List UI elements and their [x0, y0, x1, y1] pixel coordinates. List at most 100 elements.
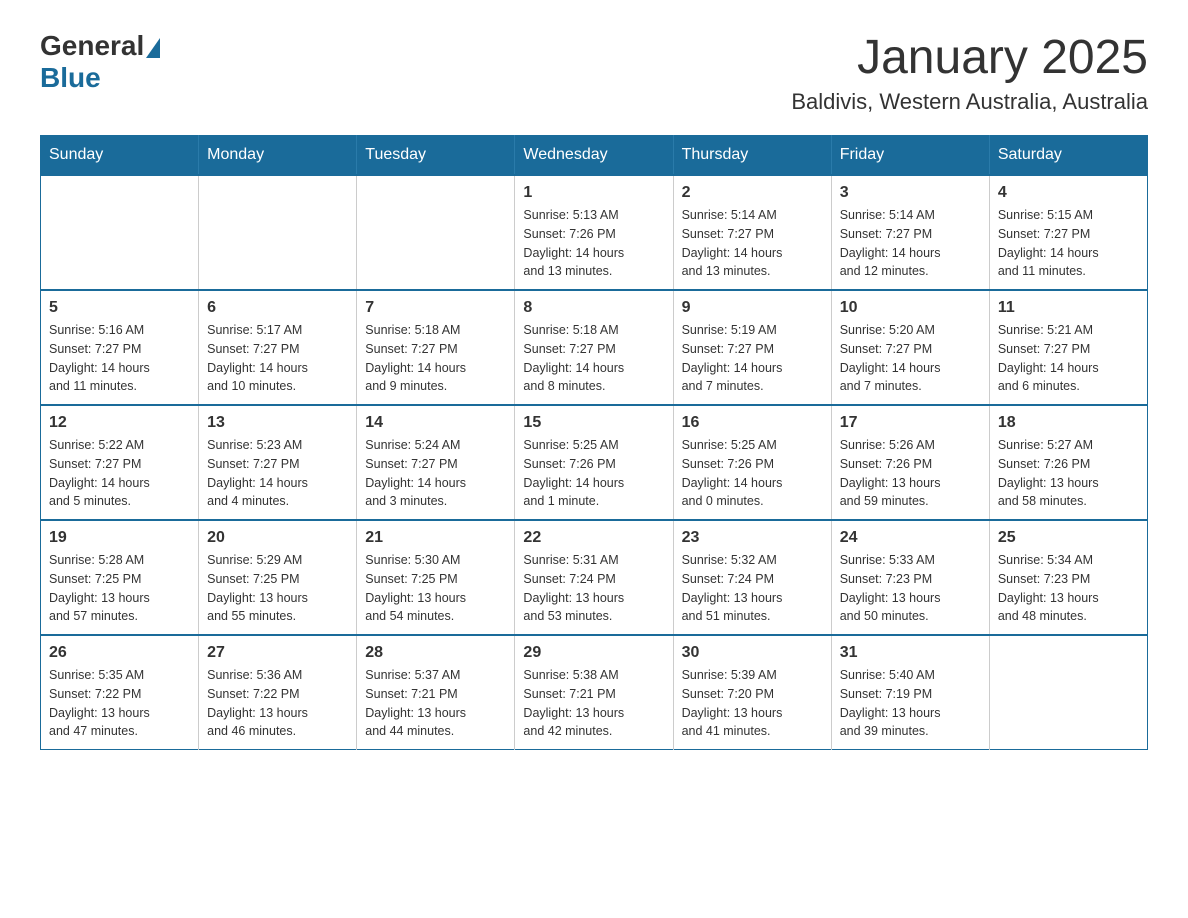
day-number: 3 — [840, 184, 981, 202]
day-of-week-header: Wednesday — [515, 136, 673, 176]
calendar-cell: 22 Sunrise: 5:31 AM Sunset: 7:24 PM Dayli… — [515, 520, 673, 635]
calendar-cell: 5 Sunrise: 5:16 AM Sunset: 7:27 PM Daylig… — [41, 290, 199, 405]
day-number: 12 — [49, 414, 190, 432]
day-of-week-header: Tuesday — [357, 136, 515, 176]
calendar-cell — [357, 175, 515, 290]
day-info: Sunrise: 5:20 AM Sunset: 7:27 PM Dayligh… — [840, 321, 981, 396]
day-number: 26 — [49, 644, 190, 662]
day-of-week-header: Saturday — [989, 136, 1147, 176]
day-info: Sunrise: 5:34 AM Sunset: 7:23 PM Dayligh… — [998, 551, 1139, 626]
day-number: 19 — [49, 529, 190, 547]
calendar-cell: 10Sunrise: 5:20 AM Sunset: 7:27 PM Dayli… — [831, 290, 989, 405]
calendar-table: SundayMondayTuesdayWednesdayThursdayFrid… — [40, 135, 1148, 750]
day-info: Sunrise: 5:28 AM Sunset: 7:25 PM Dayligh… — [49, 551, 190, 626]
day-info: Sunrise: 5:16 AM Sunset: 7:27 PM Dayligh… — [49, 321, 190, 396]
day-number: 27 — [207, 644, 348, 662]
day-info: Sunrise: 5:24 AM Sunset: 7:27 PM Dayligh… — [365, 436, 506, 511]
calendar-cell: 25 Sunrise: 5:34 AM Sunset: 7:23 PM Dayli… — [989, 520, 1147, 635]
calendar-cell: 9 Sunrise: 5:19 AM Sunset: 7:27 PM Daylig… — [673, 290, 831, 405]
calendar-week-row: 1 Sunrise: 5:13 AM Sunset: 7:26 PM Daylig… — [41, 175, 1148, 290]
day-number: 15 — [523, 414, 664, 432]
day-info: Sunrise: 5:14 AM Sunset: 7:27 PM Dayligh… — [840, 206, 981, 281]
days-of-week-row: SundayMondayTuesdayWednesdayThursdayFrid… — [41, 136, 1148, 176]
day-number: 6 — [207, 299, 348, 317]
day-info: Sunrise: 5:38 AM Sunset: 7:21 PM Dayligh… — [523, 666, 664, 741]
day-info: Sunrise: 5:26 AM Sunset: 7:26 PM Dayligh… — [840, 436, 981, 511]
calendar-week-row: 19 Sunrise: 5:28 AM Sunset: 7:25 PM Dayli… — [41, 520, 1148, 635]
day-number: 7 — [365, 299, 506, 317]
day-of-week-header: Sunday — [41, 136, 199, 176]
calendar-cell: 11Sunrise: 5:21 AM Sunset: 7:27 PM Dayli… — [989, 290, 1147, 405]
calendar-cell: 27 Sunrise: 5:36 AM Sunset: 7:22 PM Dayli… — [199, 635, 357, 750]
day-info: Sunrise: 5:22 AM Sunset: 7:27 PM Dayligh… — [49, 436, 190, 511]
logo-triangle-icon — [146, 38, 160, 58]
calendar-cell: 31 Sunrise: 5:40 AM Sunset: 7:19 PM Dayli… — [831, 635, 989, 750]
calendar-cell: 2 Sunrise: 5:14 AM Sunset: 7:27 PM Daylig… — [673, 175, 831, 290]
day-number: 17 — [840, 414, 981, 432]
day-info: Sunrise: 5:40 AM Sunset: 7:19 PM Dayligh… — [840, 666, 981, 741]
calendar-cell: 30Sunrise: 5:39 AM Sunset: 7:20 PM Dayli… — [673, 635, 831, 750]
title-section: January 2025 Baldivis, Western Australia… — [791, 30, 1148, 115]
calendar-cell: 24 Sunrise: 5:33 AM Sunset: 7:23 PM Dayli… — [831, 520, 989, 635]
day-of-week-header: Thursday — [673, 136, 831, 176]
day-info: Sunrise: 5:14 AM Sunset: 7:27 PM Dayligh… — [682, 206, 823, 281]
calendar-cell: 8 Sunrise: 5:18 AM Sunset: 7:27 PM Daylig… — [515, 290, 673, 405]
calendar-week-row: 26Sunrise: 5:35 AM Sunset: 7:22 PM Dayli… — [41, 635, 1148, 750]
day-of-week-header: Monday — [199, 136, 357, 176]
day-info: Sunrise: 5:29 AM Sunset: 7:25 PM Dayligh… — [207, 551, 348, 626]
day-number: 8 — [523, 299, 664, 317]
day-info: Sunrise: 5:27 AM Sunset: 7:26 PM Dayligh… — [998, 436, 1139, 511]
day-number: 23 — [682, 529, 823, 547]
day-info: Sunrise: 5:31 AM Sunset: 7:24 PM Dayligh… — [523, 551, 664, 626]
day-number: 25 — [998, 529, 1139, 547]
day-info: Sunrise: 5:13 AM Sunset: 7:26 PM Dayligh… — [523, 206, 664, 281]
calendar-cell: 21 Sunrise: 5:30 AM Sunset: 7:25 PM Dayli… — [357, 520, 515, 635]
calendar-cell: 26Sunrise: 5:35 AM Sunset: 7:22 PM Dayli… — [41, 635, 199, 750]
calendar-cell: 14 Sunrise: 5:24 AM Sunset: 7:27 PM Dayli… — [357, 405, 515, 520]
day-number: 21 — [365, 529, 506, 547]
calendar-cell: 29Sunrise: 5:38 AM Sunset: 7:21 PM Dayli… — [515, 635, 673, 750]
day-info: Sunrise: 5:33 AM Sunset: 7:23 PM Dayligh… — [840, 551, 981, 626]
day-number: 31 — [840, 644, 981, 662]
day-info: Sunrise: 5:32 AM Sunset: 7:24 PM Dayligh… — [682, 551, 823, 626]
day-number: 14 — [365, 414, 506, 432]
calendar-cell: 16 Sunrise: 5:25 AM Sunset: 7:26 PM Dayli… — [673, 405, 831, 520]
page-subtitle: Baldivis, Western Australia, Australia — [791, 89, 1148, 115]
day-info: Sunrise: 5:19 AM Sunset: 7:27 PM Dayligh… — [682, 321, 823, 396]
day-info: Sunrise: 5:25 AM Sunset: 7:26 PM Dayligh… — [682, 436, 823, 511]
calendar-cell: 15Sunrise: 5:25 AM Sunset: 7:26 PM Dayli… — [515, 405, 673, 520]
day-number: 24 — [840, 529, 981, 547]
calendar-body: 1 Sunrise: 5:13 AM Sunset: 7:26 PM Daylig… — [41, 175, 1148, 750]
day-number: 13 — [207, 414, 348, 432]
calendar-cell: 18 Sunrise: 5:27 AM Sunset: 7:26 PM Dayli… — [989, 405, 1147, 520]
day-number: 2 — [682, 184, 823, 202]
day-number: 9 — [682, 299, 823, 317]
day-number: 4 — [998, 184, 1139, 202]
calendar-cell: 12 Sunrise: 5:22 AM Sunset: 7:27 PM Dayli… — [41, 405, 199, 520]
calendar-week-row: 12 Sunrise: 5:22 AM Sunset: 7:27 PM Dayli… — [41, 405, 1148, 520]
day-info: Sunrise: 5:21 AM Sunset: 7:27 PM Dayligh… — [998, 321, 1139, 396]
page-title: January 2025 — [791, 30, 1148, 85]
day-info: Sunrise: 5:36 AM Sunset: 7:22 PM Dayligh… — [207, 666, 348, 741]
calendar-cell: 3 Sunrise: 5:14 AM Sunset: 7:27 PM Daylig… — [831, 175, 989, 290]
day-number: 1 — [523, 184, 664, 202]
day-number: 16 — [682, 414, 823, 432]
day-info: Sunrise: 5:18 AM Sunset: 7:27 PM Dayligh… — [365, 321, 506, 396]
day-info: Sunrise: 5:30 AM Sunset: 7:25 PM Dayligh… — [365, 551, 506, 626]
calendar-cell: 17 Sunrise: 5:26 AM Sunset: 7:26 PM Dayli… — [831, 405, 989, 520]
calendar-cell: 20 Sunrise: 5:29 AM Sunset: 7:25 PM Dayli… — [199, 520, 357, 635]
calendar-cell: 7 Sunrise: 5:18 AM Sunset: 7:27 PM Daylig… — [357, 290, 515, 405]
day-info: Sunrise: 5:15 AM Sunset: 7:27 PM Dayligh… — [998, 206, 1139, 281]
day-info: Sunrise: 5:17 AM Sunset: 7:27 PM Dayligh… — [207, 321, 348, 396]
day-info: Sunrise: 5:23 AM Sunset: 7:27 PM Dayligh… — [207, 436, 348, 511]
day-of-week-header: Friday — [831, 136, 989, 176]
logo-blue-text: Blue — [40, 62, 101, 94]
calendar-cell: 23 Sunrise: 5:32 AM Sunset: 7:24 PM Dayli… — [673, 520, 831, 635]
day-number: 22 — [523, 529, 664, 547]
day-info: Sunrise: 5:39 AM Sunset: 7:20 PM Dayligh… — [682, 666, 823, 741]
calendar-cell: 28Sunrise: 5:37 AM Sunset: 7:21 PM Dayli… — [357, 635, 515, 750]
day-number: 20 — [207, 529, 348, 547]
day-number: 5 — [49, 299, 190, 317]
day-number: 18 — [998, 414, 1139, 432]
day-info: Sunrise: 5:18 AM Sunset: 7:27 PM Dayligh… — [523, 321, 664, 396]
